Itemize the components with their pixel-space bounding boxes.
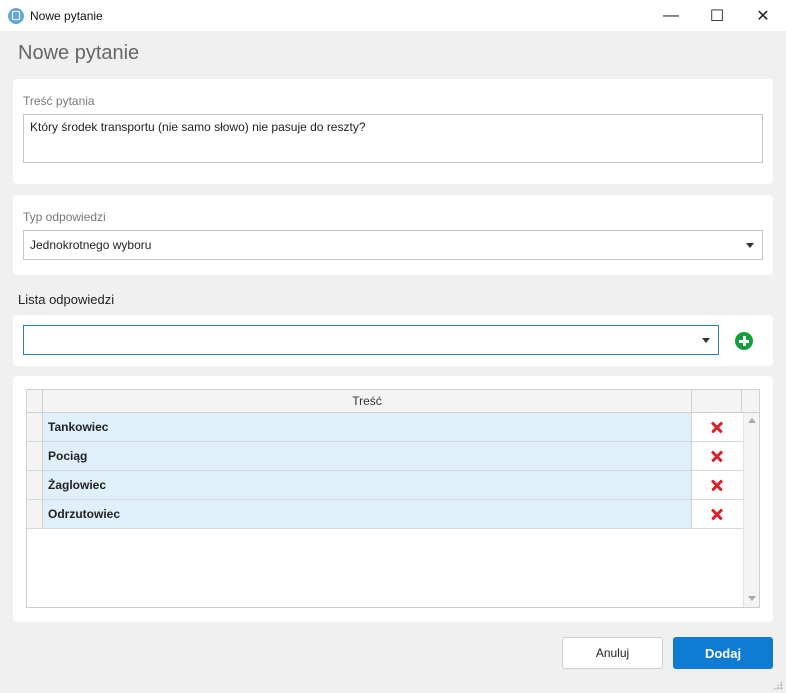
- window-controls: — ☐ ✕: [648, 0, 786, 31]
- page-title: Nowe pytanie: [18, 42, 140, 64]
- delete-icon: [711, 450, 723, 462]
- new-answer-card: [13, 315, 773, 366]
- delete-answer-button[interactable]: [692, 471, 742, 499]
- question-label: Treść pytania: [23, 94, 95, 108]
- table-row[interactable]: Odrzutowiec: [27, 500, 743, 529]
- scroll-up-icon[interactable]: [748, 418, 756, 423]
- question-input[interactable]: Który środek transportu (nie samo słowo)…: [23, 114, 763, 163]
- answers-card: Treść Tankowiec Pociąg Żaglowiec Odrzuto…: [13, 376, 773, 622]
- maximize-button[interactable]: ☐: [694, 0, 740, 31]
- row-selector[interactable]: [27, 413, 43, 441]
- answer-cell[interactable]: Odrzutowiec: [43, 500, 692, 528]
- scroll-down-icon[interactable]: [748, 596, 756, 601]
- answers-section-title: Lista odpowiedzi: [18, 292, 115, 307]
- column-header-content[interactable]: Treść: [43, 390, 692, 413]
- window-title: Nowe pytanie: [30, 8, 103, 23]
- minimize-button[interactable]: —: [648, 0, 694, 31]
- new-answer-combobox[interactable]: [23, 325, 719, 355]
- delete-answer-button[interactable]: [692, 500, 742, 528]
- row-selector[interactable]: [27, 442, 43, 470]
- add-button[interactable]: Dodaj: [673, 637, 773, 669]
- resize-grip-icon[interactable]: [773, 680, 783, 690]
- answer-cell[interactable]: Pociąg: [43, 442, 692, 470]
- delete-icon: [711, 421, 723, 433]
- delete-answer-button[interactable]: [692, 442, 742, 470]
- delete-icon: [711, 479, 723, 491]
- vertical-scrollbar[interactable]: [743, 413, 759, 607]
- answer-type-value: Jednokrotnego wyboru: [30, 238, 152, 252]
- answer-cell[interactable]: Tankowiec: [43, 413, 692, 441]
- chevron-down-icon: [702, 338, 710, 343]
- answer-type-select[interactable]: Jednokrotnego wyboru: [23, 230, 763, 260]
- table-row[interactable]: Żaglowiec: [27, 471, 743, 500]
- row-selector[interactable]: [27, 500, 43, 528]
- answer-type-label: Typ odpowiedzi: [23, 210, 106, 224]
- title-bar: Nowe pytanie — ☐ ✕: [0, 0, 786, 31]
- answers-grid: Treść Tankowiec Pociąg Żaglowiec Odrzuto…: [26, 389, 760, 608]
- row-selector[interactable]: [27, 471, 43, 499]
- table-row[interactable]: Tankowiec: [27, 413, 743, 442]
- answer-type-card: Typ odpowiedzi Jednokrotnego wyboru: [13, 195, 773, 275]
- table-row[interactable]: Pociąg: [27, 442, 743, 471]
- delete-answer-button[interactable]: [692, 413, 742, 441]
- question-card: Treść pytania Który środek transportu (n…: [13, 79, 773, 184]
- app-icon: [8, 7, 24, 24]
- chevron-down-icon: [746, 243, 754, 248]
- cancel-button[interactable]: Anuluj: [562, 637, 663, 669]
- grid-header: Treść: [27, 390, 759, 413]
- close-button[interactable]: ✕: [740, 0, 786, 31]
- row-header-column: [27, 390, 43, 413]
- delete-icon: [711, 508, 723, 520]
- column-header-actions: [692, 390, 742, 413]
- answer-cell[interactable]: Żaglowiec: [43, 471, 692, 499]
- add-answer-icon[interactable]: [735, 332, 753, 350]
